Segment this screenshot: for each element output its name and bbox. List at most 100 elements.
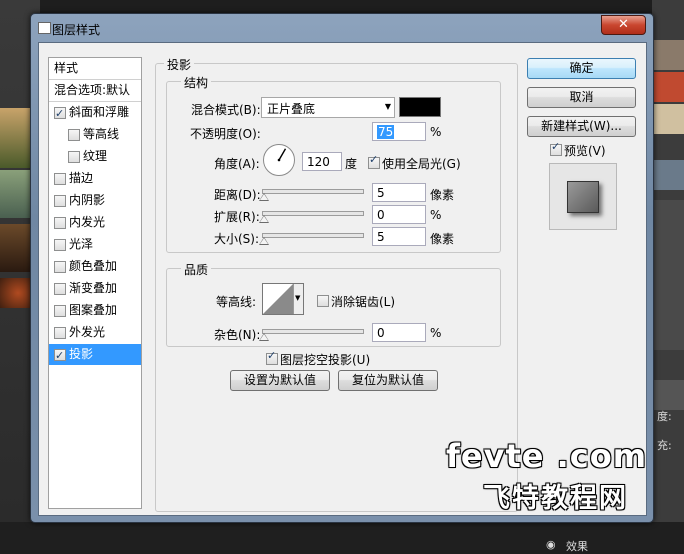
spread-label: 扩展(R):	[214, 210, 260, 224]
list-item-texture[interactable]: 纹理	[49, 146, 141, 167]
list-item-gradient-overlay[interactable]: 渐变叠加	[49, 278, 141, 299]
list-item-inner-shadow[interactable]: 内阴影	[49, 190, 141, 211]
list-item-inner-glow[interactable]: 内发光	[49, 212, 141, 233]
global-light-checkbox[interactable]	[368, 153, 380, 169]
list-item[interactable]: 混合选项:默认	[49, 80, 141, 102]
knockout-checkbox[interactable]	[266, 349, 278, 365]
color-overlay-checkbox[interactable]	[54, 261, 66, 273]
drop-shadow-checkbox[interactable]	[54, 345, 66, 366]
close-button[interactable]: ✕	[601, 15, 646, 35]
noise-slider[interactable]	[262, 329, 364, 334]
list-item-label: 描边	[69, 171, 94, 185]
outer-glow-checkbox[interactable]	[54, 327, 66, 339]
list-item-label: 内阴影	[69, 193, 106, 207]
list-item-color-overlay[interactable]: 颜色叠加	[49, 256, 141, 277]
preview-checkbox[interactable]	[550, 140, 562, 156]
size-unit: 像素	[430, 232, 455, 246]
global-light-label[interactable]: 使用全局光(G)	[382, 155, 461, 172]
window-icon	[38, 22, 51, 34]
size-label: 大小(S):	[214, 232, 260, 246]
watermark-line-2: 飞特教程网	[483, 483, 628, 514]
angle-unit: 度	[345, 157, 358, 171]
list-item-outer-glow[interactable]: 外发光	[49, 322, 141, 343]
blend-mode-label: 混合模式(B):	[191, 103, 261, 117]
background-panel-bar	[652, 380, 684, 410]
shadow-color-swatch[interactable]	[399, 97, 441, 117]
inner-glow-checkbox[interactable]	[54, 217, 66, 229]
distance-label: 距离(D):	[214, 188, 261, 202]
background-thumbnail	[0, 108, 30, 168]
distance-input[interactable]: 5	[372, 183, 426, 202]
angle-input[interactable]: 120	[302, 152, 342, 171]
title-bar[interactable]: 图层样式 ✕	[31, 14, 653, 41]
knockout-label[interactable]: 图层挖空投影(U)	[280, 351, 370, 368]
background-thumbnail	[0, 170, 30, 218]
spread-value: 0	[377, 208, 385, 222]
preview-swatch	[567, 181, 599, 213]
background-thumbnail	[652, 160, 684, 190]
list-item-stroke[interactable]: 描边	[49, 168, 141, 189]
noise-slider-thumb[interactable]	[259, 333, 269, 341]
preview-label[interactable]: 预览(V)	[564, 142, 606, 159]
list-item-pattern-overlay[interactable]: 图案叠加	[49, 300, 141, 321]
spread-slider[interactable]	[262, 211, 364, 216]
texture-checkbox[interactable]	[68, 151, 80, 163]
size-slider[interactable]	[262, 233, 364, 238]
watermark-line-1: fevte .com	[446, 437, 648, 475]
list-item-label: 斜面和浮雕	[69, 105, 130, 119]
list-item-label: 等高线	[83, 127, 120, 141]
new-style-button[interactable]: 新建样式(W)...	[527, 116, 636, 137]
preview-thumbnail	[549, 163, 617, 230]
chevron-down-icon: ▼	[384, 102, 391, 111]
make-default-button[interactable]: 设置为默认值	[230, 370, 330, 391]
reset-default-button[interactable]: 复位为默认值	[338, 370, 438, 391]
angle-dial-center	[277, 158, 281, 162]
cancel-button[interactable]: 取消	[527, 87, 636, 108]
list-item-label: 渐变叠加	[69, 281, 118, 295]
size-value: 5	[377, 230, 385, 244]
size-slider-thumb[interactable]	[259, 237, 269, 245]
contour-picker[interactable]: ▼	[262, 283, 304, 315]
distance-unit: 像素	[430, 188, 455, 202]
spread-input[interactable]: 0	[372, 205, 426, 224]
list-item-bevel-emboss[interactable]: 斜面和浮雕	[49, 102, 141, 124]
list-item-label: 内发光	[69, 215, 106, 229]
chevron-down-icon: ▼	[295, 294, 301, 302]
distance-slider[interactable]	[262, 189, 364, 194]
noise-value: 0	[377, 326, 385, 340]
contour-checkbox[interactable]	[68, 129, 80, 141]
drop-shadow-group-title: 投影	[164, 56, 195, 73]
background-thumbnail	[0, 278, 30, 308]
quality-group-title: 品质	[181, 261, 212, 278]
gradient-overlay-checkbox[interactable]	[54, 283, 66, 295]
list-item-satin[interactable]: 光泽	[49, 234, 141, 255]
distance-slider-thumb[interactable]	[259, 193, 269, 201]
opacity-input[interactable]: 75	[372, 122, 426, 141]
structure-group-title: 结构	[181, 74, 212, 91]
pattern-overlay-checkbox[interactable]	[54, 305, 66, 317]
ok-button[interactable]: 确定	[527, 58, 636, 79]
anti-alias-label[interactable]: 消除锯齿(L)	[331, 293, 395, 310]
inner-shadow-checkbox[interactable]	[54, 195, 66, 207]
spread-slider-thumb[interactable]	[259, 215, 269, 223]
size-input[interactable]: 5	[372, 227, 426, 246]
bevel-emboss-checkbox[interactable]	[54, 103, 66, 124]
satin-checkbox[interactable]	[54, 239, 66, 251]
background-right-panel: 度: 充:	[652, 0, 684, 550]
contour-dropdown-button[interactable]: ▼	[293, 284, 303, 314]
window-title: 图层样式	[52, 23, 101, 37]
opacity-value: 75	[377, 125, 395, 139]
list-item-drop-shadow[interactable]: 投影	[49, 344, 141, 366]
noise-input[interactable]: 0	[372, 323, 426, 342]
angle-dial[interactable]	[262, 143, 296, 177]
list-item[interactable]: 样式	[49, 58, 141, 80]
angle-value: 120	[307, 155, 330, 169]
anti-alias-checkbox[interactable]	[317, 295, 329, 307]
opacity-unit: %	[430, 125, 442, 139]
list-item-contour[interactable]: 等高线	[49, 124, 141, 145]
background-label-b: 充:	[657, 439, 672, 452]
blend-mode-select[interactable]: 正片叠底 ▼	[261, 97, 395, 118]
eye-icon[interactable]: ◉	[546, 538, 556, 551]
stroke-checkbox[interactable]	[54, 173, 66, 185]
distance-value: 5	[377, 186, 385, 200]
